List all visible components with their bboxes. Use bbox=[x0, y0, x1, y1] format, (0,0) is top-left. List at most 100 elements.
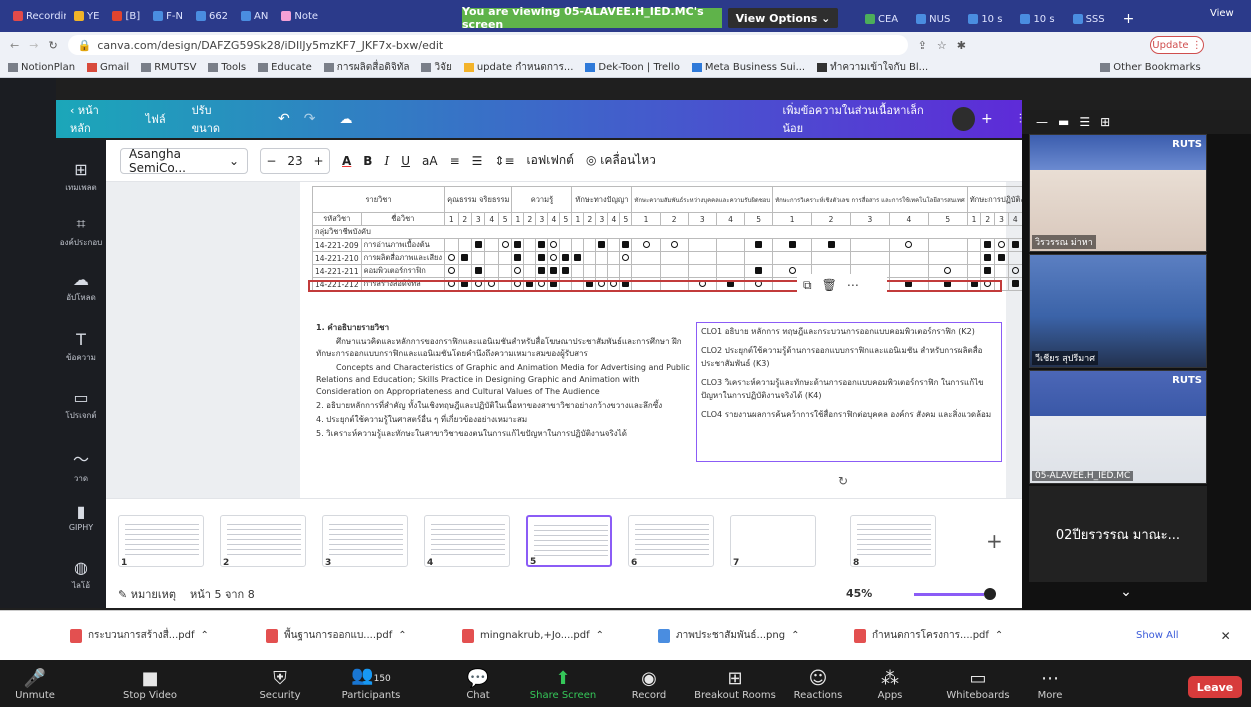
page-thumbnail-active[interactable]: 5 bbox=[526, 515, 612, 567]
back-icon[interactable]: ← bbox=[10, 39, 19, 52]
page-thumbnail[interactable]: 4 bbox=[424, 515, 510, 568]
browser-tab[interactable]: F-N bbox=[148, 5, 188, 27]
home-button[interactable]: ‹ หน้าหลัก bbox=[70, 101, 118, 137]
page-thumbnail[interactable]: 8 bbox=[850, 515, 936, 568]
extensions-icon[interactable]: ✱ bbox=[957, 39, 966, 52]
resize-menu[interactable]: ปรับขนาด bbox=[192, 101, 238, 137]
browser-tab[interactable]: NUS bbox=[911, 8, 955, 30]
chevron-up-icon[interactable]: ⌃ bbox=[200, 630, 208, 641]
rail-text[interactable]: T ข้อความ bbox=[56, 330, 106, 364]
browser-tab[interactable]: SSS bbox=[1068, 8, 1110, 30]
bookmark-item[interactable]: Educate bbox=[258, 62, 312, 73]
rotate-handle-icon[interactable]: ↻ bbox=[838, 474, 848, 488]
url-field[interactable]: 🔒 canva.com/design/DAFZG59Sk28/iDIlJy5mzK… bbox=[67, 35, 908, 55]
add-collaborator-icon[interactable]: + bbox=[981, 111, 993, 127]
redo-icon[interactable]: ↷ bbox=[304, 111, 316, 127]
underline-icon[interactable]: U bbox=[401, 154, 410, 168]
rail-draw[interactable]: 〜วาด bbox=[56, 446, 106, 485]
bookmark-item[interactable]: update กำหนดการ... bbox=[463, 60, 573, 75]
reload-icon[interactable]: ↻ bbox=[48, 39, 57, 52]
download-item[interactable]: ภาพประชาสัมพันธ์...png ⌃ bbox=[658, 628, 830, 643]
chevron-down-icon[interactable]: ⌄ bbox=[1106, 584, 1146, 604]
chat-button[interactable]: 💬 Chat bbox=[458, 670, 498, 702]
browser-tab[interactable]: Recording bbox=[8, 5, 66, 27]
page-thumbnail[interactable]: 1 bbox=[118, 515, 204, 568]
delete-icon[interactable]: 🗑 bbox=[822, 278, 837, 292]
table-row[interactable]: 14-221-209 การอ่านภาพเบื้องต้น bbox=[312, 238, 1022, 252]
zoom-level[interactable]: 45% bbox=[846, 587, 872, 600]
browser-tab[interactable]: Note bbox=[276, 5, 323, 27]
chevron-up-icon[interactable]: ⌃ bbox=[398, 630, 406, 641]
bold-icon[interactable]: B bbox=[363, 154, 372, 168]
curriculum-mapping-table[interactable]: รายวิชา คุณธรรม จริยธรรม ความรู้ ทักษะทา… bbox=[311, 186, 1022, 291]
zoom-slider-handle[interactable] bbox=[984, 588, 996, 600]
chevron-up-icon[interactable]: ⌃ bbox=[995, 630, 1003, 641]
rail-templates[interactable]: ⊞ เทมเพลต bbox=[56, 160, 106, 194]
browser-tab[interactable]: CEA bbox=[860, 8, 903, 30]
download-item[interactable]: กำหนดการโครงการ....pdf ⌃ bbox=[854, 628, 1026, 643]
decrease-size-icon[interactable]: − bbox=[266, 154, 276, 168]
browser-tab[interactable]: 10 s bbox=[1015, 8, 1059, 30]
browser-tab[interactable]: [B] bbox=[107, 5, 145, 27]
leave-button[interactable]: Leave bbox=[1188, 676, 1242, 698]
browser-tab[interactable]: 662 bbox=[191, 5, 233, 27]
breakout-rooms-button[interactable]: ⊞ Breakout Rooms bbox=[690, 670, 780, 702]
new-tab-icon[interactable]: + bbox=[1118, 8, 1140, 30]
page-thumbnail[interactable]: 2 bbox=[220, 515, 306, 568]
bookmark-item[interactable]: Dek-Toon | Trello bbox=[585, 62, 680, 73]
view-menu[interactable]: View bbox=[1210, 8, 1234, 19]
browser-tab[interactable]: YE bbox=[69, 5, 104, 27]
download-item[interactable]: mingnakrub,+Jo....pdf ⌃ bbox=[462, 628, 634, 643]
effects-button[interactable]: เอฟเฟกต์ bbox=[527, 151, 574, 170]
participant-video[interactable]: RUTS 05-ALAVEE.H_IED.MC bbox=[1029, 370, 1207, 484]
more-button[interactable]: ⋯ More bbox=[1030, 670, 1070, 702]
document-title[interactable]: เพิ่มข้อความในส่วนเนื้อหาเล็กน้อย bbox=[783, 101, 938, 137]
bookmark-item[interactable]: วิจัย bbox=[421, 60, 452, 75]
page-thumbnail[interactable]: 3 bbox=[322, 515, 408, 568]
bookmark-item[interactable]: NotionPlan bbox=[8, 62, 75, 73]
text-color-icon[interactable]: A bbox=[342, 154, 351, 168]
increase-size-icon[interactable]: + bbox=[313, 154, 323, 168]
italic-icon[interactable]: I bbox=[384, 154, 389, 168]
star-icon[interactable]: ☆ bbox=[937, 39, 947, 52]
page-thumbnail[interactable]: 7 bbox=[730, 515, 816, 568]
participants-button[interactable]: 👥150 Participants bbox=[336, 667, 406, 702]
browser-tab[interactable]: 10 s bbox=[963, 8, 1007, 30]
participant-video[interactable]: วีเชียร สุปรีมาศ bbox=[1029, 254, 1207, 368]
font-family-select[interactable]: Asangha SemiCo... ⌄ bbox=[120, 147, 248, 175]
reactions-button[interactable]: ☺ Reactions bbox=[788, 670, 848, 702]
share-icon[interactable]: ⇪ bbox=[918, 39, 927, 52]
font-size-stepper[interactable]: −23 + bbox=[260, 147, 330, 174]
download-item[interactable]: พื้นฐานการออกแบ....pdf ⌃ bbox=[266, 628, 438, 643]
add-page-icon[interactable]: + bbox=[986, 529, 1003, 553]
forward-icon[interactable]: → bbox=[29, 39, 38, 52]
clo-text-box[interactable]: CLO1 อธิบาย หลักการ ทฤษฎีและกระบวนการออก… bbox=[696, 322, 1002, 462]
notes-button[interactable]: ✎ หมายเหตุ bbox=[118, 585, 176, 603]
rail-elements[interactable]: ⌗ องค์ประกอบ bbox=[56, 214, 106, 249]
unmute-button[interactable]: 🎤 Unmute bbox=[10, 670, 60, 702]
list-view-icon[interactable]: ☰ bbox=[1079, 115, 1090, 129]
design-page[interactable]: รายวิชา คุณธรรม จริยธรรม ความรู้ ทักษะทา… bbox=[300, 182, 1022, 498]
gallery-view-icon[interactable]: ⊞ bbox=[1100, 115, 1110, 129]
download-item[interactable]: กระบวนการสร้างสื่...pdf ⌃ bbox=[70, 628, 242, 643]
bookmark-item[interactable]: การผลิตสื่อดิจิทัล bbox=[323, 60, 409, 75]
page-thumbnail[interactable]: 6 bbox=[628, 515, 714, 568]
participant-video[interactable]: RUTS วิรวรรณ ม่าหา bbox=[1029, 134, 1207, 252]
share-screen-button[interactable]: ⬆ Share Screen bbox=[528, 670, 598, 702]
undo-icon[interactable]: ↶ bbox=[278, 111, 290, 127]
bookmark-item[interactable]: Tools bbox=[208, 62, 246, 73]
zoom-slider-track[interactable] bbox=[914, 593, 984, 596]
rail-apps[interactable]: ◍ ไลโอ้ bbox=[56, 558, 106, 592]
active-speaker-tile[interactable]: 02ปียรวรรณ มาณะ... bbox=[1029, 486, 1207, 582]
security-button[interactable]: ⛨ Security bbox=[250, 670, 310, 702]
table-row[interactable]: 14-221-210 การผลิตสื่อภาพและเสียง bbox=[312, 251, 1022, 265]
rail-projects[interactable]: ▭ โปรเจกต์ bbox=[56, 388, 106, 422]
list-icon[interactable]: ☰ bbox=[472, 154, 483, 168]
align-icon[interactable]: ≡ bbox=[450, 154, 460, 168]
speaker-view-icon[interactable]: ▬ bbox=[1058, 115, 1069, 129]
stop-video-button[interactable]: ■ Stop Video bbox=[120, 670, 180, 702]
bookmark-item[interactable]: Meta Business Sui... bbox=[691, 62, 805, 73]
rail-uploads[interactable]: ☁ อัปโหลด bbox=[56, 270, 106, 304]
update-button[interactable]: Update ⋮ bbox=[1150, 36, 1204, 54]
browser-tab[interactable]: AN bbox=[236, 5, 273, 27]
